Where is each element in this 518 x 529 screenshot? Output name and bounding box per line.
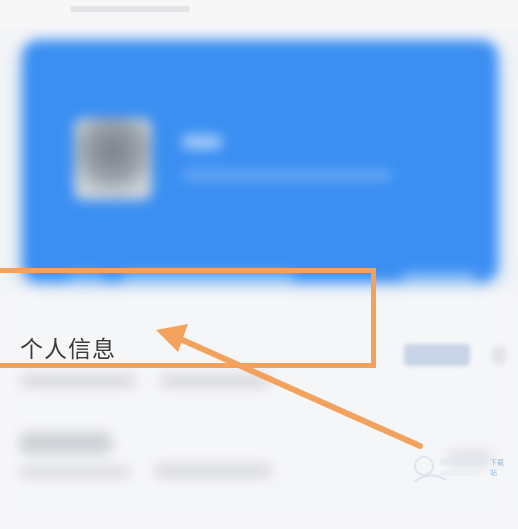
- annotation-highlight-box: [0, 268, 376, 368]
- info-row-2-sub: [20, 466, 130, 478]
- info-row-2-label: [20, 432, 112, 454]
- watermark-logo: 下载站: [410, 452, 510, 492]
- username-placeholder: [182, 135, 222, 149]
- info-row-label: [20, 374, 136, 388]
- avatar[interactable]: [74, 118, 152, 200]
- info-row-value: [160, 374, 270, 388]
- info-row-2-value: [154, 464, 272, 478]
- info-action-chip[interactable]: [404, 344, 470, 366]
- member-card[interactable]: [22, 40, 498, 284]
- watermark-text: 下载站: [490, 459, 504, 477]
- card-footer-action[interactable]: [402, 272, 476, 284]
- user-subtitle-placeholder: [182, 170, 392, 180]
- screen: 个人信息 下载站: [0, 0, 518, 529]
- blurred-background: [0, 0, 518, 529]
- chevron-right-icon: [492, 346, 506, 364]
